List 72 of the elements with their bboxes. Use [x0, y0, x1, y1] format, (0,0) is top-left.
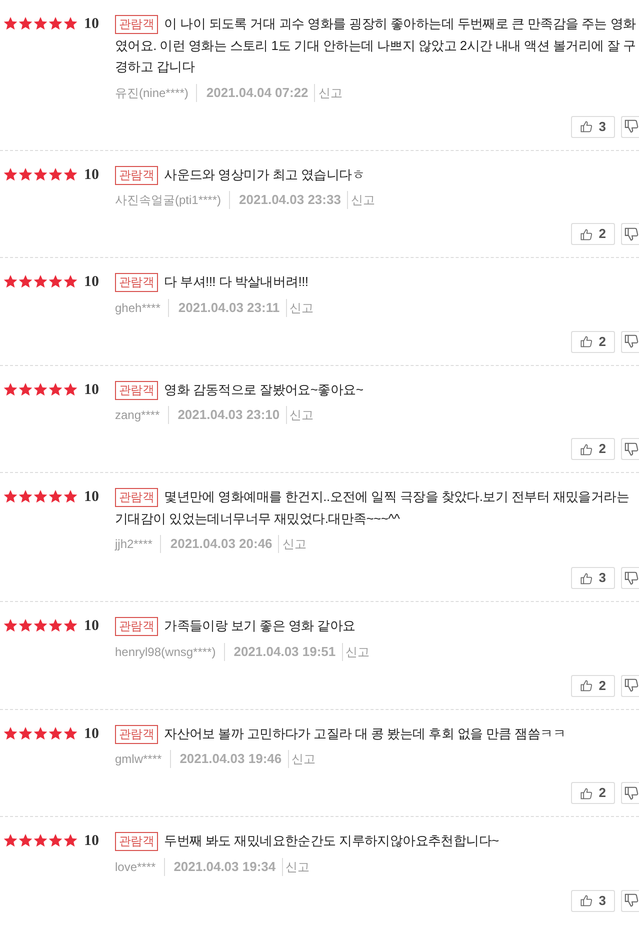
author-name: love**** — [115, 858, 156, 876]
rating-score: 10 — [84, 15, 99, 34]
author-name: jjh2**** — [115, 536, 152, 553]
thumbs-up-icon — [580, 893, 593, 908]
review-date: 2021.04.03 19:46 — [170, 750, 288, 768]
review-date: 2021.04.03 20:46 — [160, 535, 278, 553]
audience-badge: 관람객 — [115, 488, 158, 507]
audience-badge: 관람객 — [115, 832, 158, 851]
thumbs-down-icon — [624, 786, 639, 800]
rating-score: 10 — [84, 488, 99, 507]
review-text: 관람객 가족들이랑 보기 좋은 영화 같아요 — [115, 615, 639, 636]
review-text: 관람객 자산어보 볼까 고민하다가 고질라 대 콩 봤는데 후회 없을 만큼 잼씀ㅋㅋ — [115, 722, 639, 744]
review-date: 2021.04.03 23:10 — [168, 406, 286, 424]
review-text: 관람객 몇년만에 영화예매를 한건지..오전에 일찍 극장을 찾았다.보기 전부터 재밌을거라는 기대감이 있었는데너무너무 재밌었다.대만족~~~^^ — [115, 487, 630, 528]
dislike-button[interactable] — [621, 674, 639, 696]
dislike-button[interactable] — [621, 782, 639, 804]
thumbs-down-icon — [624, 570, 639, 586]
thumbs-up-icon — [580, 334, 593, 349]
like-button[interactable]: 3 — [571, 567, 615, 589]
like-button[interactable]: 3 — [571, 116, 615, 138]
like-button[interactable]: 2 — [571, 223, 615, 245]
review-date: 2021.04.04 07:22 — [196, 84, 314, 102]
dislike-button[interactable] — [621, 438, 639, 460]
rating-score: 10 — [84, 273, 99, 292]
like-button[interactable]: 2 — [571, 782, 615, 804]
author-name: henryl98(wnsg****) — [115, 644, 216, 660]
thumbs-up-icon — [580, 678, 593, 693]
author-name: gmlw**** — [115, 751, 162, 768]
dislike-button[interactable] — [621, 890, 639, 912]
audience-badge: 관람객 — [115, 166, 158, 184]
thumbs-up-icon — [580, 226, 593, 242]
review-date: 2021.04.03 23:11 — [168, 298, 286, 316]
author-name: gheh**** — [115, 300, 160, 316]
like-button[interactable]: 2 — [571, 330, 615, 352]
rating-score: 10 — [84, 724, 99, 744]
review-text: 관람객 다 부셔!!! 다 박살내버려!!! — [115, 271, 639, 292]
audience-badge: 관람객 — [115, 617, 158, 636]
review-date: 2021.04.03 19:51 — [224, 642, 342, 660]
audience-badge: 관람객 — [115, 273, 158, 292]
review-text: 관람객 두번째 봐도 재밌네요한순간도 지루하지않아요추천합니다~ — [115, 830, 639, 852]
thumbs-down-icon — [624, 119, 639, 134]
review-text: 관람객 영화 감동적으로 잘봤어요~좋아요~ — [115, 378, 639, 400]
like-button[interactable]: 2 — [571, 438, 615, 460]
thumbs-up-icon — [580, 786, 593, 800]
rating-score: 10 — [84, 617, 99, 636]
audience-badge: 관람객 — [115, 15, 158, 34]
author-name: zang**** — [115, 407, 160, 424]
thumbs-down-icon — [624, 226, 639, 242]
thumbs-down-icon — [624, 442, 639, 456]
review-date: 2021.04.03 23:33 — [229, 191, 347, 209]
rating-score: 10 — [84, 832, 99, 851]
like-button[interactable]: 3 — [571, 890, 615, 912]
rating-score: 10 — [84, 166, 99, 184]
thumbs-down-icon — [624, 678, 639, 693]
review-date: 2021.04.03 19:34 — [164, 858, 282, 876]
dislike-button[interactable] — [621, 567, 639, 589]
thumbs-down-icon — [624, 334, 639, 349]
thumbs-up-icon — [580, 570, 593, 586]
review-text: 관람객 사운드와 영상미가 최고 였습니다ㅎ — [115, 164, 639, 185]
audience-badge: 관람객 — [115, 380, 158, 400]
thumbs-down-icon — [624, 893, 639, 908]
rating-score: 10 — [84, 380, 99, 400]
author-name: 유진(nine****) — [115, 84, 188, 102]
dislike-button[interactable] — [621, 116, 639, 138]
like-button[interactable]: 2 — [571, 674, 615, 696]
review-text: 관람객 이 나이 되도록 거대 괴수 영화를 굉장히 좋아하는데 두번째로 큰 만족감을 주는 영화였어요. 이런 영화는 스토리 1도 기대 안하는데 나쁘지 않았고 2시간 내내 액션 볼거리에 잘 구경하고 갑니다 — [115, 14, 637, 76]
dislike-button[interactable] — [621, 330, 639, 352]
thumbs-up-icon — [580, 442, 593, 456]
dislike-button[interactable] — [621, 223, 639, 245]
audience-badge: 관람객 — [115, 724, 158, 744]
author-name: 사진속얼굴(pti1****) — [115, 192, 222, 209]
thumbs-up-icon — [580, 119, 593, 134]
